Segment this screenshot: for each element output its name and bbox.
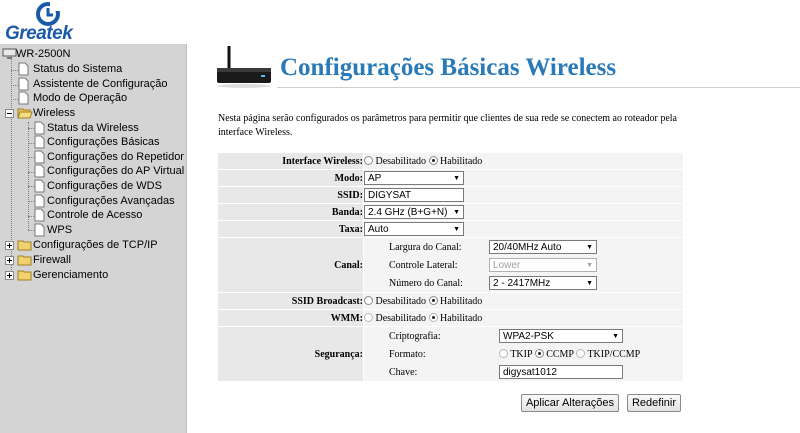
channel-width-label: Largura do Canal: <box>389 241 462 253</box>
interface-label: Interface Wireless: <box>217 152 364 170</box>
page-description: Nesta página serão configurados os parâm… <box>218 113 677 138</box>
channel-label: Canal: <box>217 237 364 293</box>
page-icon <box>34 194 45 208</box>
chevron-down-icon: ▼ <box>586 262 593 269</box>
sidebar-item-controle-acesso[interactable]: Controle de Acesso <box>34 208 184 223</box>
sidebar-item-config-avancadas[interactable]: Configurações Avançadas <box>34 194 184 209</box>
channel-number-label: Número do Canal: <box>389 277 463 289</box>
page-icon <box>34 121 45 135</box>
folder-icon <box>17 240 32 251</box>
sidebar: WR-2500N Status do Sistema Assistente de… <box>0 44 187 433</box>
side-control-select[interactable]: Lower ▼ <box>489 258 597 272</box>
page-title: Configurações Básicas Wireless <box>280 54 617 81</box>
expand-icon <box>5 271 14 280</box>
wireless-config-table: Interface Wireless: Desabilitado Habilit… <box>217 152 684 382</box>
interface-enabled-label: Habilitado <box>440 155 483 167</box>
key-input[interactable]: digysat1012 <box>499 365 623 379</box>
ssid-broadcast-disabled-radio[interactable] <box>364 295 373 305</box>
page-icon <box>34 135 45 149</box>
chevron-down-icon: ▼ <box>453 209 460 216</box>
wmm-label: WMM: <box>217 309 364 327</box>
security-label: Segurança: <box>217 326 364 382</box>
wmm-enabled-radio[interactable] <box>428 312 438 322</box>
page-icon <box>34 179 45 193</box>
band-label: Banda: <box>217 203 364 221</box>
greatek-logo[interactable]: Greatek <box>2 1 97 44</box>
router-icon <box>217 46 271 88</box>
page-icon <box>34 150 45 164</box>
reset-button[interactable]: Redefinir <box>627 394 681 412</box>
ssid-broadcast-label: SSID Broadcast: <box>217 292 364 310</box>
chevron-down-icon: ▼ <box>586 244 593 251</box>
sidebar-item-config-repetidor[interactable]: Configurações do Repetidor <box>34 150 184 165</box>
interface-disabled-label: Desabilitado <box>375 155 427 167</box>
rate-label: Taxa: <box>217 220 364 238</box>
computer-icon <box>2 48 17 59</box>
page-icon <box>18 77 29 91</box>
tree-root-label: WR-2500N <box>16 48 71 60</box>
ssid-input[interactable]: DIGYSAT <box>364 188 464 202</box>
wmm-disabled-radio[interactable] <box>364 312 373 322</box>
folder-icon <box>17 270 32 281</box>
sidebar-item-assistente[interactable]: Assistente de Configuração <box>18 77 183 92</box>
chevron-down-icon: ▼ <box>586 280 593 287</box>
sidebar-item-config-wds[interactable]: Configurações de WDS <box>34 179 184 194</box>
page-icon <box>18 91 29 105</box>
sidebar-folder-gerenciamento[interactable]: Gerenciamento <box>5 268 165 283</box>
channel-width-select[interactable]: 20/40MHz Auto ▼ <box>489 240 597 254</box>
chevron-down-icon: ▼ <box>453 175 460 182</box>
crypto-select[interactable]: WPA2-PSK ▼ <box>499 329 623 343</box>
brand-name: Greatek <box>5 23 73 44</box>
sidebar-item-config-ap-virtual[interactable]: Configurações do AP Virtual <box>34 164 184 179</box>
band-select[interactable]: 2.4 GHz (B+G+N) ▼ <box>364 205 464 219</box>
sidebar-item-wps[interactable]: WPS <box>34 223 184 238</box>
page-icon <box>34 208 45 222</box>
page-icon <box>18 62 29 76</box>
chevron-down-icon: ▼ <box>453 226 460 233</box>
channel-number-select[interactable]: 2 - 2417MHz ▼ <box>489 276 597 290</box>
header: Greatek <box>0 0 800 44</box>
mode-select[interactable]: AP ▼ <box>364 171 464 185</box>
sidebar-folder-tcpip[interactable]: Configurações de TCP/IP <box>5 238 180 253</box>
sidebar-item-status-sistema[interactable]: Status do Sistema <box>18 62 178 77</box>
tkip-radio[interactable] <box>499 348 508 358</box>
chevron-down-icon: ▼ <box>612 333 619 340</box>
tree-root[interactable]: WR-2500N <box>2 47 152 62</box>
crypto-label: Criptografia: <box>389 330 441 342</box>
title-divider <box>277 87 800 88</box>
sidebar-item-config-basicas[interactable]: Configurações Básicas <box>34 135 184 150</box>
format-label: Formato: <box>389 348 426 360</box>
ccmp-radio[interactable] <box>534 348 544 358</box>
interface-enabled-radio[interactable] <box>428 155 438 165</box>
sidebar-folder-firewall[interactable]: Firewall <box>5 253 165 268</box>
sidebar-item-modo-operacao[interactable]: Modo de Operação <box>18 91 178 106</box>
apply-button[interactable]: Aplicar Alterações <box>521 394 619 412</box>
mode-label: Modo: <box>217 169 364 187</box>
side-control-label: Controle Lateral: <box>389 259 458 271</box>
tkip-ccmp-radio[interactable] <box>576 348 586 358</box>
security-subtable: Criptografia: WPA2-PSK ▼ Formato: TKIP CC… <box>364 327 683 381</box>
main-content: Configurações Básicas Wireless Nesta pág… <box>187 44 800 433</box>
page-icon <box>34 164 45 178</box>
sidebar-item-status-wireless[interactable]: Status da Wireless <box>34 121 184 136</box>
collapse-icon <box>5 109 14 118</box>
sidebar-folder-wireless[interactable]: Wireless <box>5 106 165 121</box>
ssid-broadcast-enabled-radio[interactable] <box>428 295 438 305</box>
open-folder-icon <box>17 108 33 119</box>
expand-icon <box>5 256 14 265</box>
key-label: Chave: <box>389 366 418 378</box>
rate-select[interactable]: Auto ▼ <box>364 222 464 236</box>
page-icon <box>34 223 45 237</box>
channel-subtable: Largura do Canal: 20/40MHz Auto ▼ Control… <box>364 238 683 292</box>
interface-disabled-radio[interactable] <box>364 155 373 165</box>
ssid-label: SSID: <box>217 186 364 204</box>
folder-icon <box>17 255 32 266</box>
expand-icon <box>5 241 14 250</box>
